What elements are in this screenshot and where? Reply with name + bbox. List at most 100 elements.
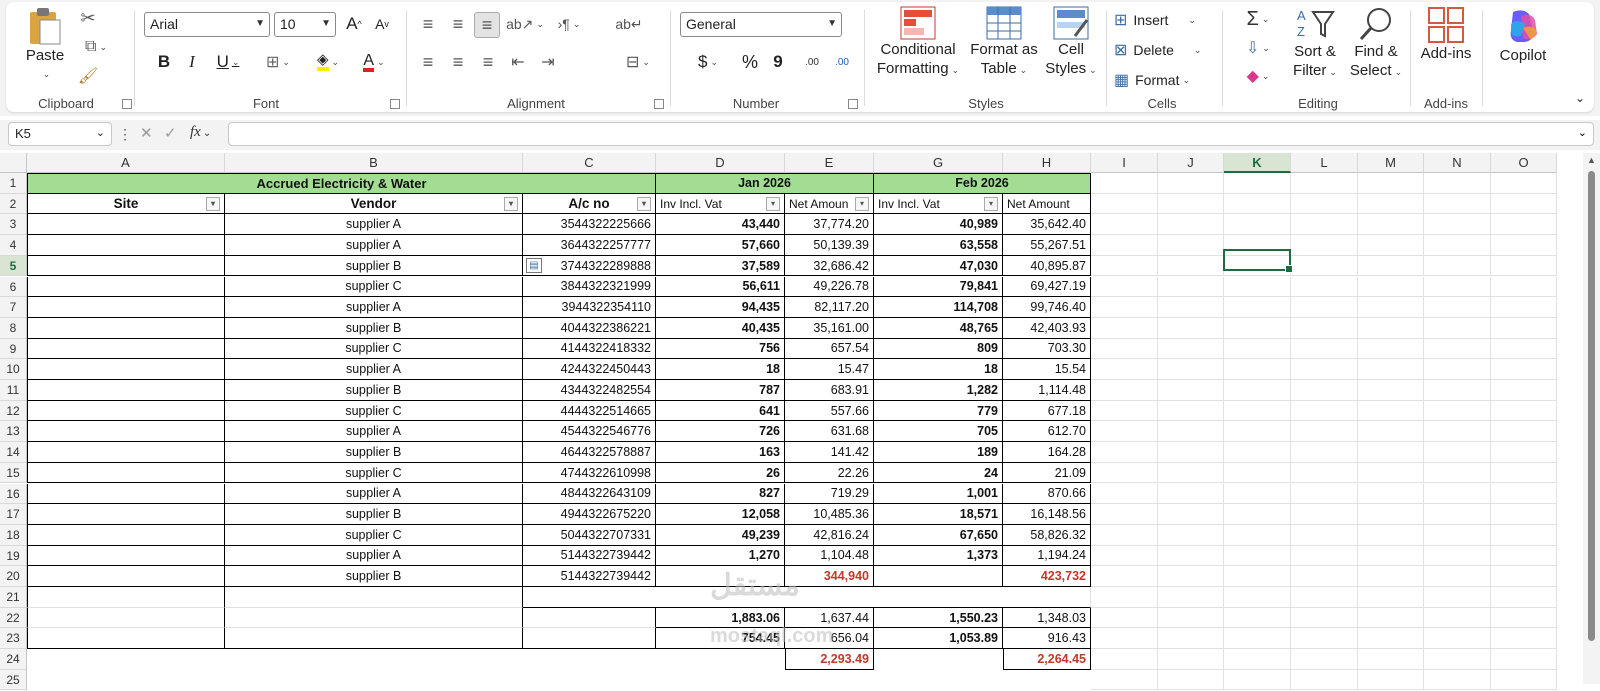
active-cell-k5[interactable]: [1223, 249, 1293, 273]
empty-cell[interactable]: [1491, 297, 1557, 318]
empty-cell[interactable]: [1158, 359, 1224, 380]
copilot-button[interactable]: Copilot: [1488, 6, 1558, 90]
vendor-cell[interactable]: supplier A: [225, 235, 523, 256]
empty-cell[interactable]: [1158, 628, 1224, 650]
empty-cell[interactable]: [1091, 566, 1158, 587]
confirm-entry-icon[interactable]: ✓: [164, 124, 177, 142]
empty-cell[interactable]: [1091, 421, 1158, 443]
feb-net-cell[interactable]: 99,746.40: [1003, 297, 1091, 318]
row-header-6[interactable]: 6: [0, 276, 27, 298]
empty-cell[interactable]: [1424, 628, 1491, 650]
feb-inv-cell[interactable]: 809: [874, 338, 1003, 360]
empty-cell[interactable]: [1224, 628, 1291, 650]
feb-inv-cell[interactable]: 63,558: [874, 235, 1003, 256]
row-header-14[interactable]: 14: [0, 442, 27, 463]
empty-cell[interactable]: [1491, 649, 1557, 670]
blank-cell[interactable]: [27, 607, 225, 629]
sort-filter-button[interactable]: AZ Sort & Filter ⌄: [1288, 6, 1342, 90]
jan-net-cell[interactable]: 683.91: [785, 380, 874, 401]
empty-cell[interactable]: [1358, 297, 1424, 318]
empty-cell[interactable]: [1158, 400, 1224, 422]
account-number-cell[interactable]: 3844322321999: [523, 276, 656, 298]
empty-cell[interactable]: [1491, 483, 1557, 505]
jan-net-cell[interactable]: 50,139.39: [785, 235, 874, 256]
feb-total-net[interactable]: 1,348.03: [1003, 607, 1091, 629]
feb-net-cell[interactable]: 16,148.56: [1003, 504, 1091, 525]
feb-net-cell[interactable]: 677.18: [1003, 400, 1091, 422]
empty-cell[interactable]: [1158, 255, 1224, 277]
shrink-font-button[interactable]: Av: [370, 12, 394, 36]
empty-cell[interactable]: [1091, 193, 1158, 215]
empty-cell[interactable]: [1291, 649, 1358, 670]
empty-cell[interactable]: [1424, 214, 1491, 236]
account-number-cell[interactable]: 4144322418332: [523, 338, 656, 360]
empty-cell[interactable]: [1291, 483, 1358, 505]
empty-cell[interactable]: [1491, 255, 1557, 277]
empty-cell[interactable]: [1424, 235, 1491, 256]
jan-inv-cell[interactable]: 40,435: [656, 317, 785, 339]
vendor-cell[interactable]: supplier A: [225, 297, 523, 318]
empty-cell[interactable]: [1358, 214, 1424, 236]
month-header-jan[interactable]: Jan 2026: [656, 173, 874, 194]
empty-cell[interactable]: [1224, 338, 1291, 360]
format-as-table-button[interactable]: Format as Table ⌄: [968, 6, 1040, 90]
decrease-decimal-button[interactable]: .00: [828, 50, 856, 74]
empty-cell[interactable]: [1491, 338, 1557, 360]
copy-button[interactable]: ⧉ ⌄: [74, 35, 118, 59]
empty-cell[interactable]: [1091, 524, 1158, 546]
feb-inv-cell[interactable]: 18: [874, 359, 1003, 380]
empty-cell[interactable]: [1424, 421, 1491, 443]
row-header-12[interactable]: 12: [0, 400, 27, 422]
empty-cell[interactable]: [1424, 297, 1491, 318]
empty-cell[interactable]: [1091, 442, 1158, 463]
column-header-c[interactable]: C: [523, 153, 656, 173]
empty-cell[interactable]: [1358, 173, 1424, 194]
empty-cell[interactable]: [1358, 421, 1424, 443]
feb-inv-cell[interactable]: 40,989: [874, 214, 1003, 236]
feb-net-cell[interactable]: 69,427.19: [1003, 276, 1091, 298]
autosum-button[interactable]: Σ ⌄: [1236, 6, 1280, 32]
empty-cell[interactable]: [1158, 421, 1224, 443]
row-header-16[interactable]: 16: [0, 483, 27, 505]
empty-cell[interactable]: [1491, 214, 1557, 236]
empty-cell[interactable]: [1291, 173, 1358, 194]
addins-button[interactable]: Add-ins: [1416, 6, 1476, 90]
row-header-4[interactable]: 4: [0, 235, 27, 256]
empty-cell[interactable]: [1224, 173, 1291, 194]
vendor-cell[interactable]: supplier C: [225, 276, 523, 298]
empty-cell[interactable]: [1158, 462, 1224, 484]
empty-cell[interactable]: [1091, 338, 1158, 360]
feb-inv-cell[interactable]: 18,571: [874, 504, 1003, 525]
empty-cell[interactable]: [1424, 649, 1491, 670]
empty-cell[interactable]: [1358, 400, 1424, 422]
jan-net-cell[interactable]: 35,161.00: [785, 317, 874, 339]
empty-cell[interactable]: [1291, 504, 1358, 525]
empty-cell[interactable]: [1158, 235, 1224, 256]
fill-color-button[interactable]: ◈ ⌄: [308, 50, 348, 74]
feb-net-cell[interactable]: 21.09: [1003, 462, 1091, 484]
empty-cell[interactable]: [1291, 400, 1358, 422]
empty-cell[interactable]: [1424, 566, 1491, 587]
feb-inv-cell[interactable]: 1,282: [874, 380, 1003, 401]
vendor-cell[interactable]: supplier B: [225, 442, 523, 463]
empty-cell[interactable]: [1491, 462, 1557, 484]
jan-net-cell[interactable]: 22.26: [785, 462, 874, 484]
orientation-button[interactable]: ab↗ ⌄: [506, 12, 544, 36]
insert-function-icon[interactable]: fx ⌄: [190, 124, 211, 141]
empty-cell[interactable]: [1491, 504, 1557, 525]
jan-inv-cell[interactable]: 1,270: [656, 545, 785, 567]
column-header-l[interactable]: L: [1291, 153, 1358, 173]
jan-inv-cell[interactable]: 12,058: [656, 504, 785, 525]
empty-cell[interactable]: [1291, 193, 1358, 215]
month-header-feb[interactable]: Feb 2026: [874, 173, 1091, 194]
feb-net-cell[interactable]: 35,642.40: [1003, 214, 1091, 236]
decrease-indent-button[interactable]: ⇤: [506, 50, 530, 74]
row-header-9[interactable]: 9: [0, 338, 27, 360]
vendor-cell[interactable]: supplier B: [225, 317, 523, 339]
format-button[interactable]: ▦ Format ⌄: [1114, 68, 1210, 92]
clear-button[interactable]: ◆ ⌄: [1236, 64, 1280, 88]
vertical-scrollbar[interactable]: ▲: [1583, 153, 1600, 684]
wrap-text-button[interactable]: ab↵: [615, 12, 642, 36]
row-header-5[interactable]: 5: [0, 255, 27, 277]
empty-cell[interactable]: [1091, 255, 1158, 277]
